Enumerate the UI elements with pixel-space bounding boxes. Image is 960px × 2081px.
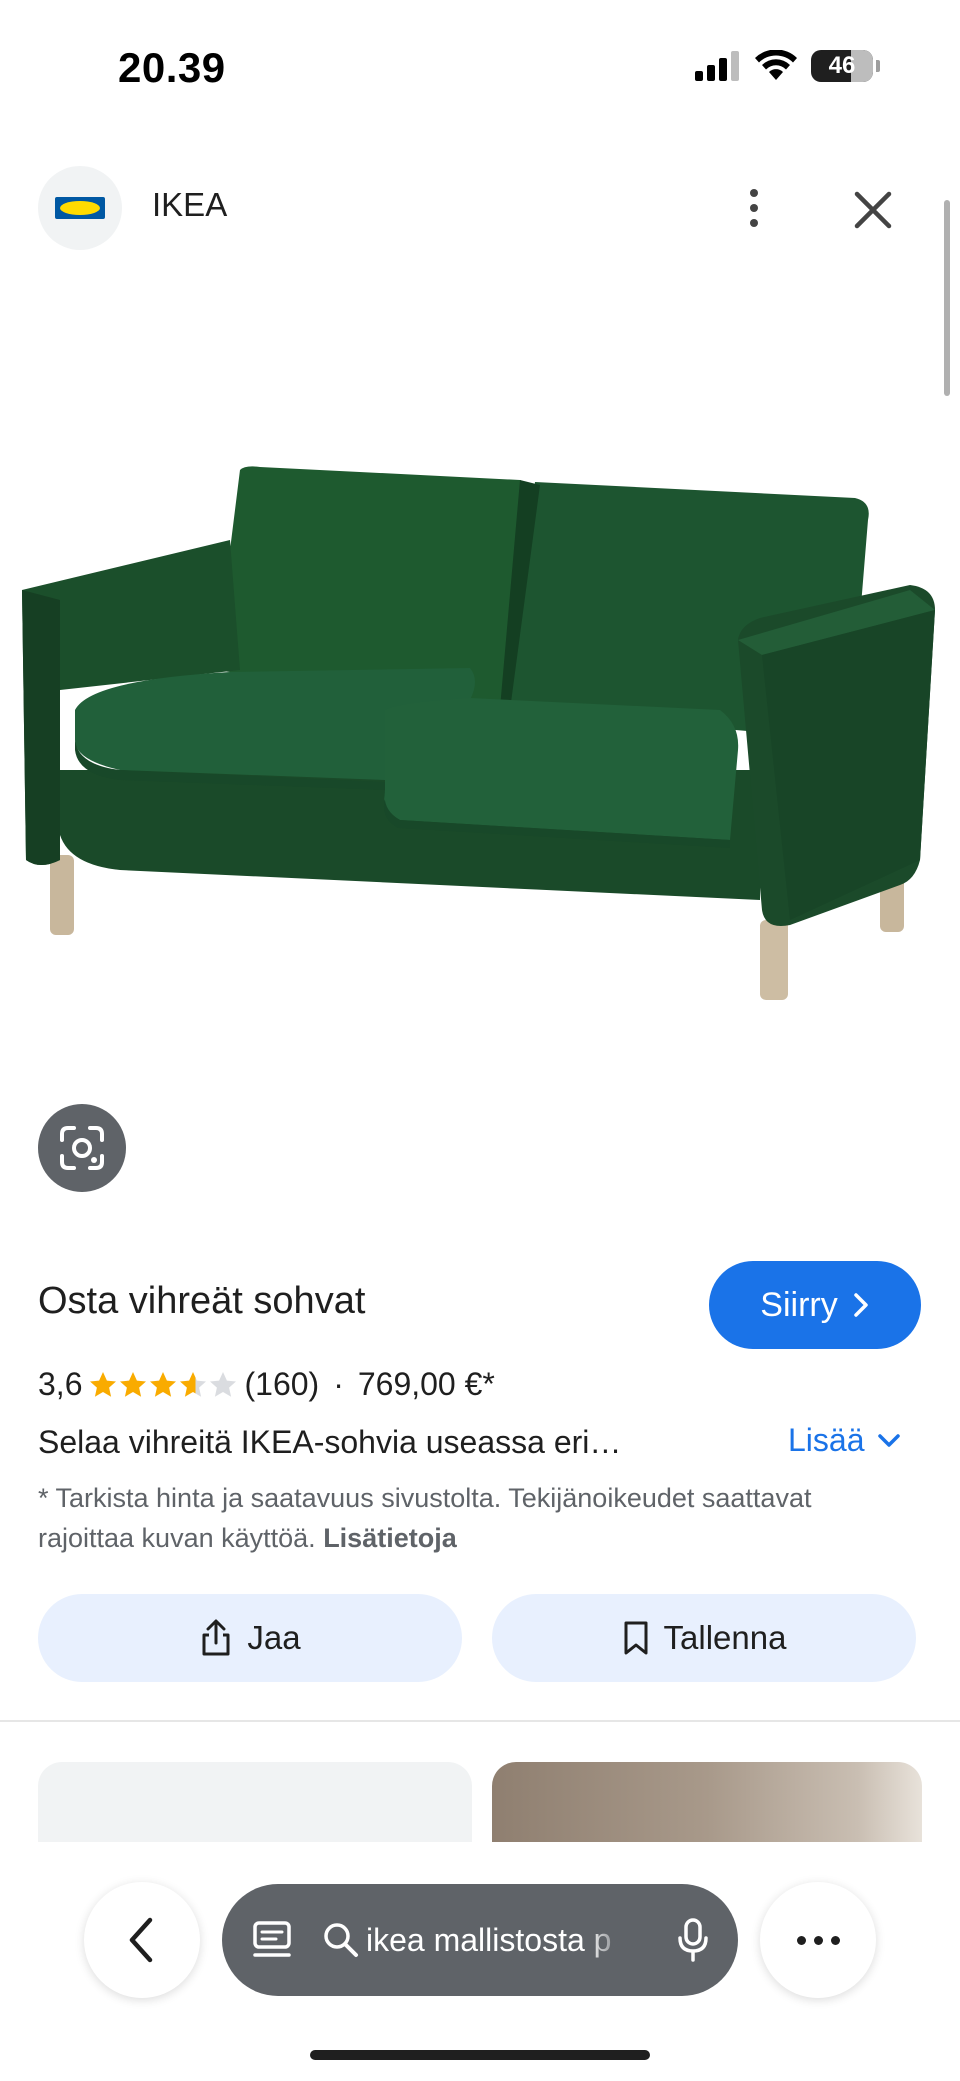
microphone-icon[interactable] (676, 1918, 710, 1962)
star-icon (120, 1371, 147, 1397)
wifi-icon (755, 50, 797, 80)
save-label: Tallenna (663, 1619, 787, 1656)
battery-icon: 46 (811, 50, 873, 82)
star-icon (90, 1371, 117, 1397)
home-indicator[interactable] (310, 2050, 650, 2060)
chevron-down-icon (877, 1433, 900, 1447)
star-icon (150, 1371, 177, 1397)
status-time: 20.39 (118, 44, 226, 91)
rating-value: 3,6 (38, 1366, 83, 1402)
ikea-logo (55, 197, 105, 219)
chevron-right-icon (853, 1293, 868, 1317)
divider (0, 1720, 960, 1722)
related-image-card[interactable] (38, 1762, 472, 1842)
star-rating (88, 1370, 238, 1400)
more-horizontal-icon[interactable] (760, 1882, 876, 1998)
cellular-signal-icon (695, 51, 739, 81)
share-icon (202, 1619, 230, 1656)
related-image-card[interactable] (492, 1762, 922, 1842)
share-label: Jaa (247, 1619, 301, 1656)
more-vertical-icon[interactable] (730, 180, 778, 236)
visit-button[interactable]: Siirry (709, 1261, 921, 1349)
price: 769,00 €* (357, 1366, 495, 1402)
more-button[interactable]: Lisää (788, 1422, 901, 1459)
status-icons: 46 (695, 50, 880, 82)
disclaimer: * Tarkista hinta ja saatavuus sivustolta… (38, 1478, 908, 1558)
save-button[interactable]: Tallenna (492, 1594, 916, 1682)
search-bar[interactable]: ikea mallistosta p (222, 1884, 738, 1996)
more-label: Lisää (788, 1422, 865, 1458)
product-description: Selaa vihreitä IKEA-sohvia useassa eri… (38, 1424, 622, 1460)
star-icon (210, 1371, 237, 1397)
learn-more-link[interactable]: Lisätietoja (323, 1523, 457, 1553)
chevron-left-icon[interactable] (84, 1882, 200, 1998)
product-image[interactable] (0, 440, 960, 1040)
search-query[interactable]: ikea mallistosta p (366, 1922, 626, 1959)
visit-label: Siirry (760, 1285, 838, 1324)
google-lens-icon[interactable] (38, 1104, 126, 1192)
lens-glyph-icon (60, 1126, 104, 1170)
scrollbar[interactable] (944, 200, 950, 396)
back-glyph-icon (129, 1917, 153, 1963)
separator: · (333, 1366, 344, 1402)
tabs-icon[interactable] (250, 1918, 294, 1962)
review-count: (160) (244, 1366, 320, 1402)
close-icon[interactable] (845, 182, 901, 238)
star-icon (180, 1371, 207, 1397)
product-title: Osta vihreät sohvat (38, 1280, 366, 1322)
site-name[interactable]: IKEA (152, 186, 227, 224)
site-favicon[interactable] (38, 166, 122, 250)
share-button[interactable]: Jaa (38, 1594, 462, 1682)
rating-row: 3,6 (160) · 769,00 €* (38, 1366, 495, 1403)
battery-level: 46 (828, 52, 856, 79)
battery-tip (876, 60, 880, 72)
search-icon (324, 1923, 358, 1957)
bookmark-icon (624, 1621, 648, 1655)
